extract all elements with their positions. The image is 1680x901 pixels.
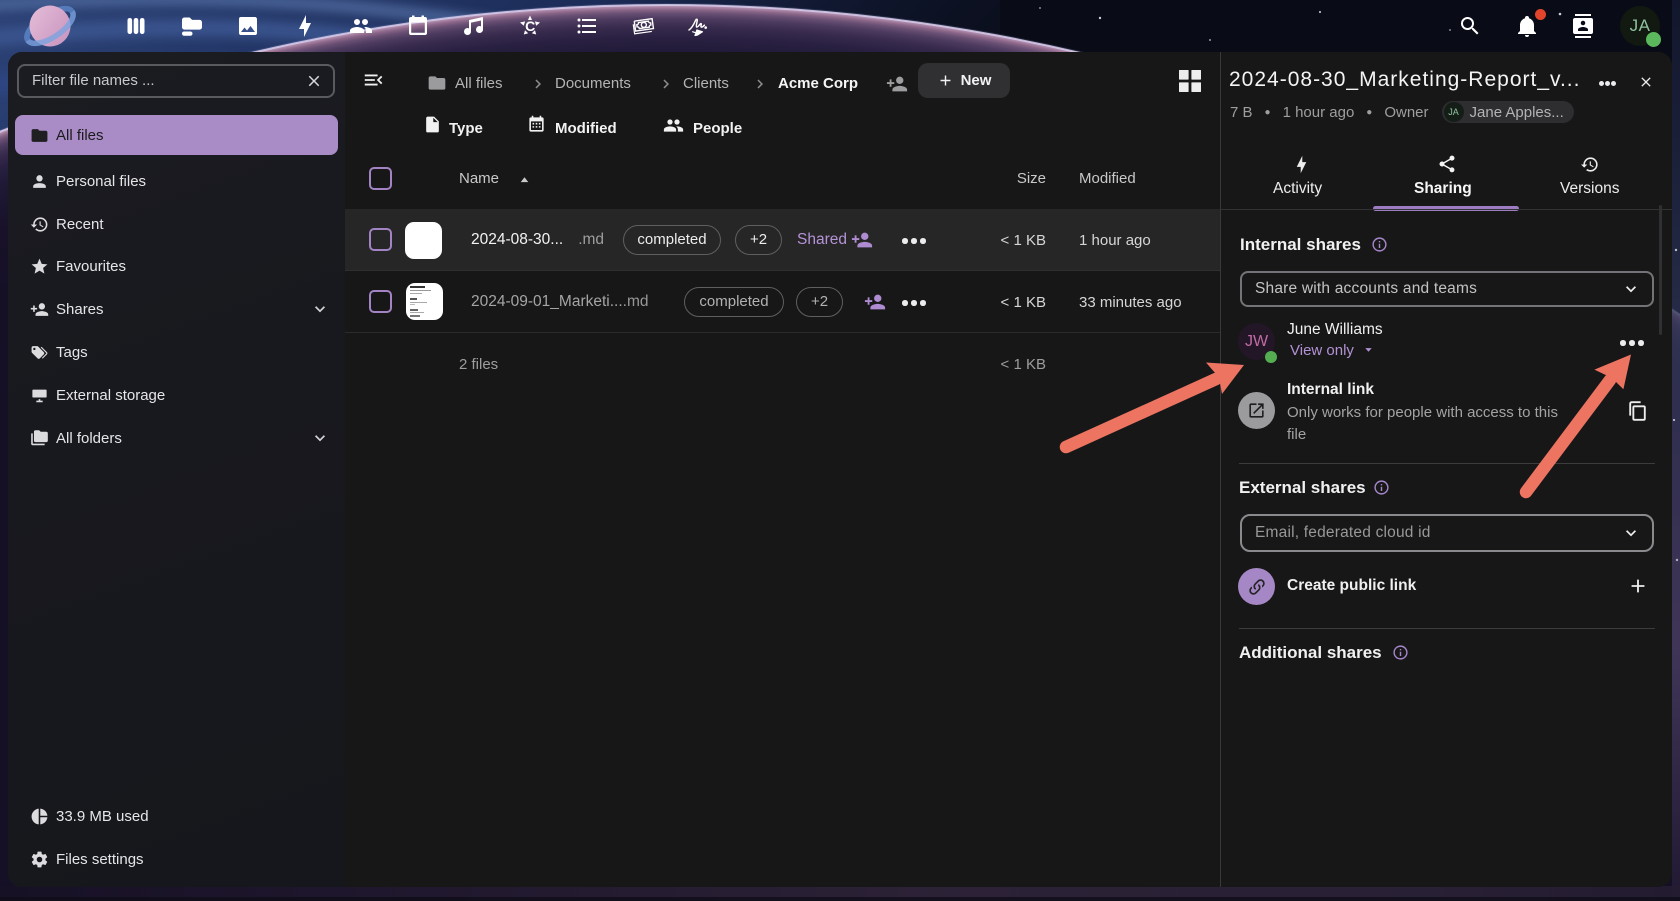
svg-text:C: C bbox=[525, 18, 535, 34]
